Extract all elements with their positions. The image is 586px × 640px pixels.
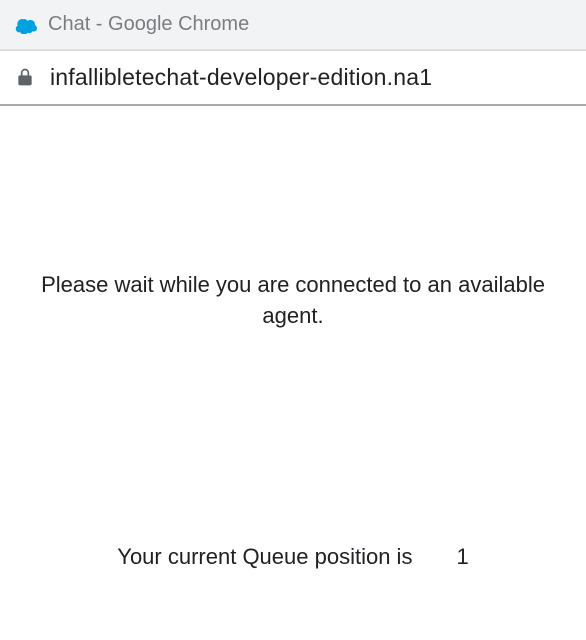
window-title: Chat - Google Chrome	[48, 13, 249, 36]
lock-icon	[14, 66, 36, 88]
window-titlebar: Chat - Google Chrome	[0, 0, 586, 50]
queue-status: Your current Queue position is 1	[0, 544, 586, 570]
page-content: Please wait while you are connected to a…	[0, 106, 586, 640]
salesforce-cloud-icon	[14, 13, 38, 37]
address-bar[interactable]: infallibletechat-developer-edition.na1	[0, 50, 586, 106]
wait-message: Please wait while you are connected to a…	[0, 270, 586, 332]
url-text: infallibletechat-developer-edition.na1	[50, 64, 432, 91]
queue-position-value: 1	[456, 544, 468, 570]
queue-label: Your current Queue position is	[117, 544, 412, 570]
